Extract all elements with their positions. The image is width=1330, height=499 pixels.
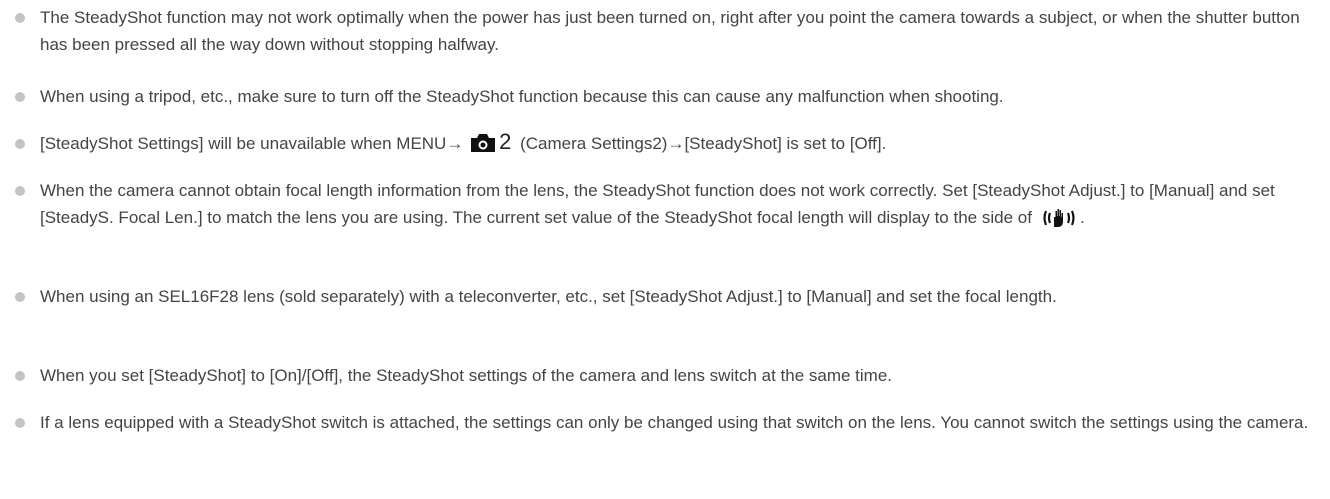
list-item: The SteadyShot function may not work opt… bbox=[0, 4, 1330, 58]
note-text-after: . bbox=[1079, 208, 1085, 227]
bullet-icon bbox=[15, 371, 25, 381]
camera-settings-icon bbox=[470, 133, 496, 161]
list-item: When the camera cannot obtain focal leng… bbox=[0, 177, 1330, 236]
list-item: [SteadyShot Settings] will be unavailabl… bbox=[0, 130, 1330, 161]
list-item: When using a tripod, etc., make sure to … bbox=[0, 83, 1330, 110]
note-text: When using an SEL16F28 lens (sold separa… bbox=[40, 287, 1057, 306]
steadyshot-icon bbox=[1042, 208, 1076, 236]
list-item: When you set [SteadyShot] to [On]/[Off],… bbox=[0, 362, 1330, 389]
list-item: If a lens equipped with a SteadyShot swi… bbox=[0, 409, 1330, 436]
note-text-before: [SteadyShot Settings] will be unavailabl… bbox=[40, 134, 464, 153]
bullet-icon bbox=[15, 292, 25, 302]
bullet-icon bbox=[15, 418, 25, 428]
bullet-icon bbox=[15, 139, 25, 149]
bullet-icon bbox=[15, 92, 25, 102]
note-text-after: (Camera Settings2)→[SteadyShot] is set t… bbox=[520, 134, 887, 153]
bullet-icon bbox=[15, 13, 25, 23]
note-text-before: When the camera cannot obtain focal leng… bbox=[40, 181, 1275, 227]
note-text: When you set [SteadyShot] to [On]/[Off],… bbox=[40, 366, 893, 385]
camera-settings-digit: 2 bbox=[499, 129, 512, 154]
bullet-icon bbox=[15, 186, 25, 196]
note-text: When using a tripod, etc., make sure to … bbox=[40, 87, 1004, 106]
note-text: If a lens equipped with a SteadyShot swi… bbox=[40, 413, 1309, 432]
list-item: When using an SEL16F28 lens (sold separa… bbox=[0, 283, 1330, 310]
note-text: The SteadyShot function may not work opt… bbox=[40, 8, 1300, 54]
